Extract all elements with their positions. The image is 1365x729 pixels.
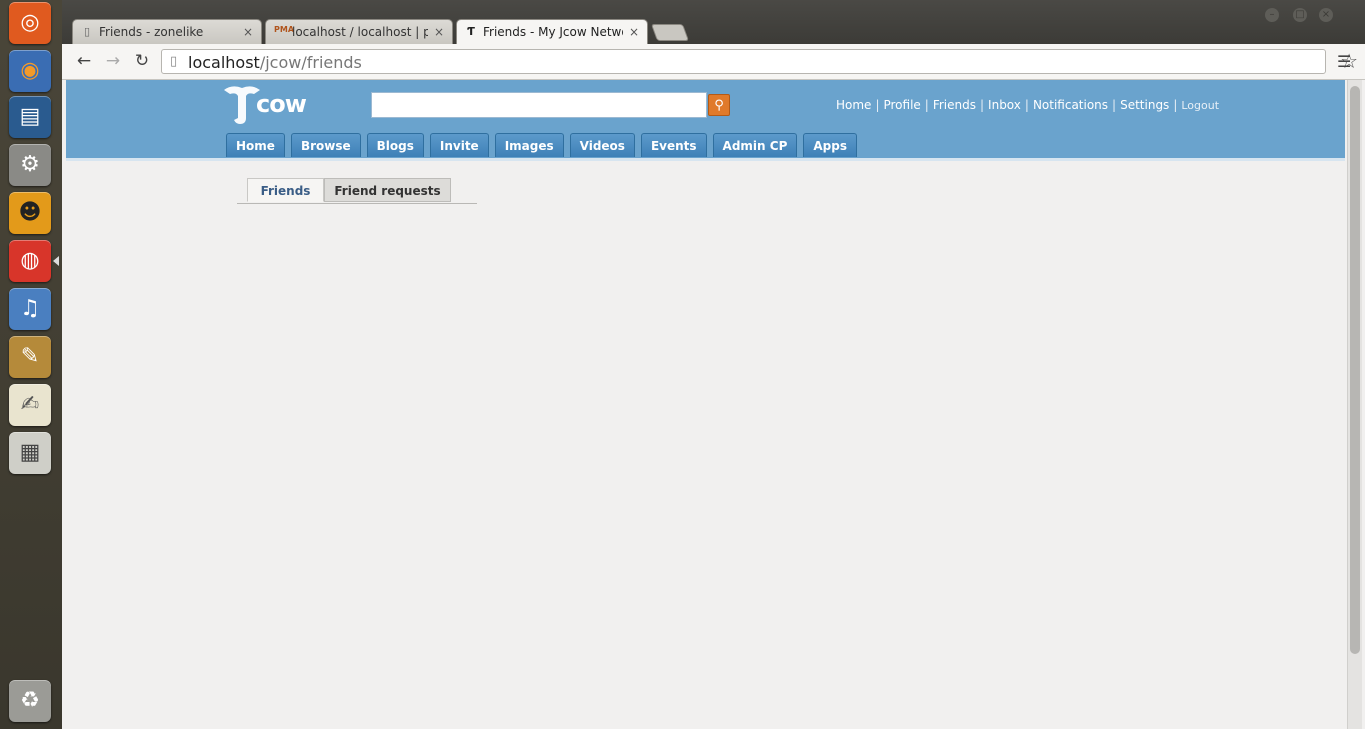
close-icon[interactable]: × xyxy=(434,25,444,39)
menu-icon[interactable]: ☰ xyxy=(1337,52,1351,71)
calculator-icon[interactable]: ▦ xyxy=(9,432,51,474)
top-link-settings[interactable]: Settings xyxy=(1120,98,1169,112)
tab-friends-zonelike[interactable]: ▯ Friends - zonelike × xyxy=(72,19,262,44)
tab-friends[interactable]: Friends xyxy=(247,178,324,202)
chrome-icon[interactable]: ◍ xyxy=(9,240,59,282)
close-window-icon[interactable]: × xyxy=(1319,8,1333,22)
nav-images[interactable]: Images xyxy=(494,133,564,157)
ubuntu-dash-icon[interactable]: ◎ xyxy=(9,2,51,44)
active-indicator-icon xyxy=(53,256,59,266)
firefox-icon[interactable]: ◉ xyxy=(9,50,51,92)
tab-phpmyadmin[interactable]: PMA localhost / localhost | ph × xyxy=(265,19,453,44)
browser-toolbar: ← → ↻ ▯ localhost/jcow/friends ☆ ☰ xyxy=(62,44,1365,80)
top-link-inbox[interactable]: Inbox xyxy=(988,98,1021,112)
music-player-icon[interactable]: ♫ xyxy=(9,288,51,330)
friends-tabs: Friends Friend requests xyxy=(237,178,477,204)
page-scrollbar[interactable] xyxy=(1347,80,1362,729)
nav-invite[interactable]: Invite xyxy=(429,133,489,157)
nav-apps[interactable]: Apps xyxy=(803,133,857,157)
back-icon[interactable]: ← xyxy=(73,51,95,71)
top-link-notifications[interactable]: Notifications xyxy=(1033,98,1108,112)
page-icon: ▯ xyxy=(83,25,91,38)
scrollbar-thumb[interactable] xyxy=(1350,86,1360,654)
text-editor-icon[interactable]: ✍ xyxy=(9,384,51,426)
url-host: localhost xyxy=(188,53,260,72)
nav-admin-cp[interactable]: Admin CP xyxy=(712,133,798,157)
pma-icon: PMA xyxy=(274,25,295,34)
search-input[interactable] xyxy=(371,92,707,118)
browser-window: ▯ Friends - zonelike × PMA localhost / l… xyxy=(62,0,1365,729)
top-link-profile[interactable]: Profile xyxy=(883,98,920,112)
paint-icon[interactable]: ✎ xyxy=(9,336,51,378)
url-path: /jcow/friends xyxy=(259,53,362,72)
people-icon[interactable]: ☻ xyxy=(9,192,51,234)
close-icon[interactable]: × xyxy=(243,25,253,39)
main-nav: Home Browse Blogs Invite Images Videos E… xyxy=(226,133,857,157)
close-icon[interactable]: × xyxy=(629,25,639,39)
jcow-icon: Ƭ xyxy=(467,25,475,38)
page-icon: ▯ xyxy=(170,54,178,69)
jcow-logo[interactable]: cow xyxy=(222,82,312,126)
top-links: Home | Profile | Friends | Inbox | Notifications… xyxy=(836,98,1220,112)
trash-icon[interactable]: ♻ xyxy=(9,680,51,722)
minimize-icon[interactable]: – xyxy=(1265,8,1279,22)
tab-label: localhost / localhost | ph xyxy=(292,25,428,39)
tab-label: Friends - zonelike xyxy=(99,25,204,39)
nav-home[interactable]: Home xyxy=(226,133,285,157)
new-tab-button[interactable] xyxy=(650,24,690,41)
maximize-icon[interactable]: □ xyxy=(1293,8,1307,22)
ubuntu-launcher: ◎ ◉ ▤ ⚙ ☻ ◍ ♫ ✎ ✍ ▦ ♻ xyxy=(0,0,63,729)
terminal-editor-icon[interactable]: ▤ xyxy=(9,96,51,138)
tab-label: Friends - My Jcow Netwo xyxy=(483,25,623,39)
nav-blogs[interactable]: Blogs xyxy=(366,133,424,157)
tab-friend-requests[interactable]: Friend requests xyxy=(324,178,451,202)
web-page: cow ⚲ Home | Profile | Friends | Inbox | Notific… xyxy=(66,80,1345,729)
search-icon[interactable]: ⚲ xyxy=(708,94,730,116)
logout-link[interactable]: Logout xyxy=(1181,99,1219,112)
top-link-home[interactable]: Home xyxy=(836,98,871,112)
system-settings-icon[interactable]: ⚙ xyxy=(9,144,51,186)
forward-icon[interactable]: → xyxy=(102,51,124,71)
logo-text: cow xyxy=(256,90,307,118)
site-header: cow ⚲ Home | Profile | Friends | Inbox | Notific… xyxy=(66,80,1345,161)
nav-events[interactable]: Events xyxy=(640,133,707,157)
address-bar[interactable]: ▯ localhost/jcow/friends ☆ xyxy=(161,49,1358,74)
browser-titlebar: ▯ Friends - zonelike × PMA localhost / l… xyxy=(62,0,1365,44)
tab-jcow-friends[interactable]: Ƭ Friends - My Jcow Netwo × xyxy=(456,19,648,44)
nav-browse[interactable]: Browse xyxy=(290,133,361,157)
top-link-friends[interactable]: Friends xyxy=(933,98,976,112)
reload-icon[interactable]: ↻ xyxy=(131,51,153,71)
nav-videos[interactable]: Videos xyxy=(569,133,635,157)
